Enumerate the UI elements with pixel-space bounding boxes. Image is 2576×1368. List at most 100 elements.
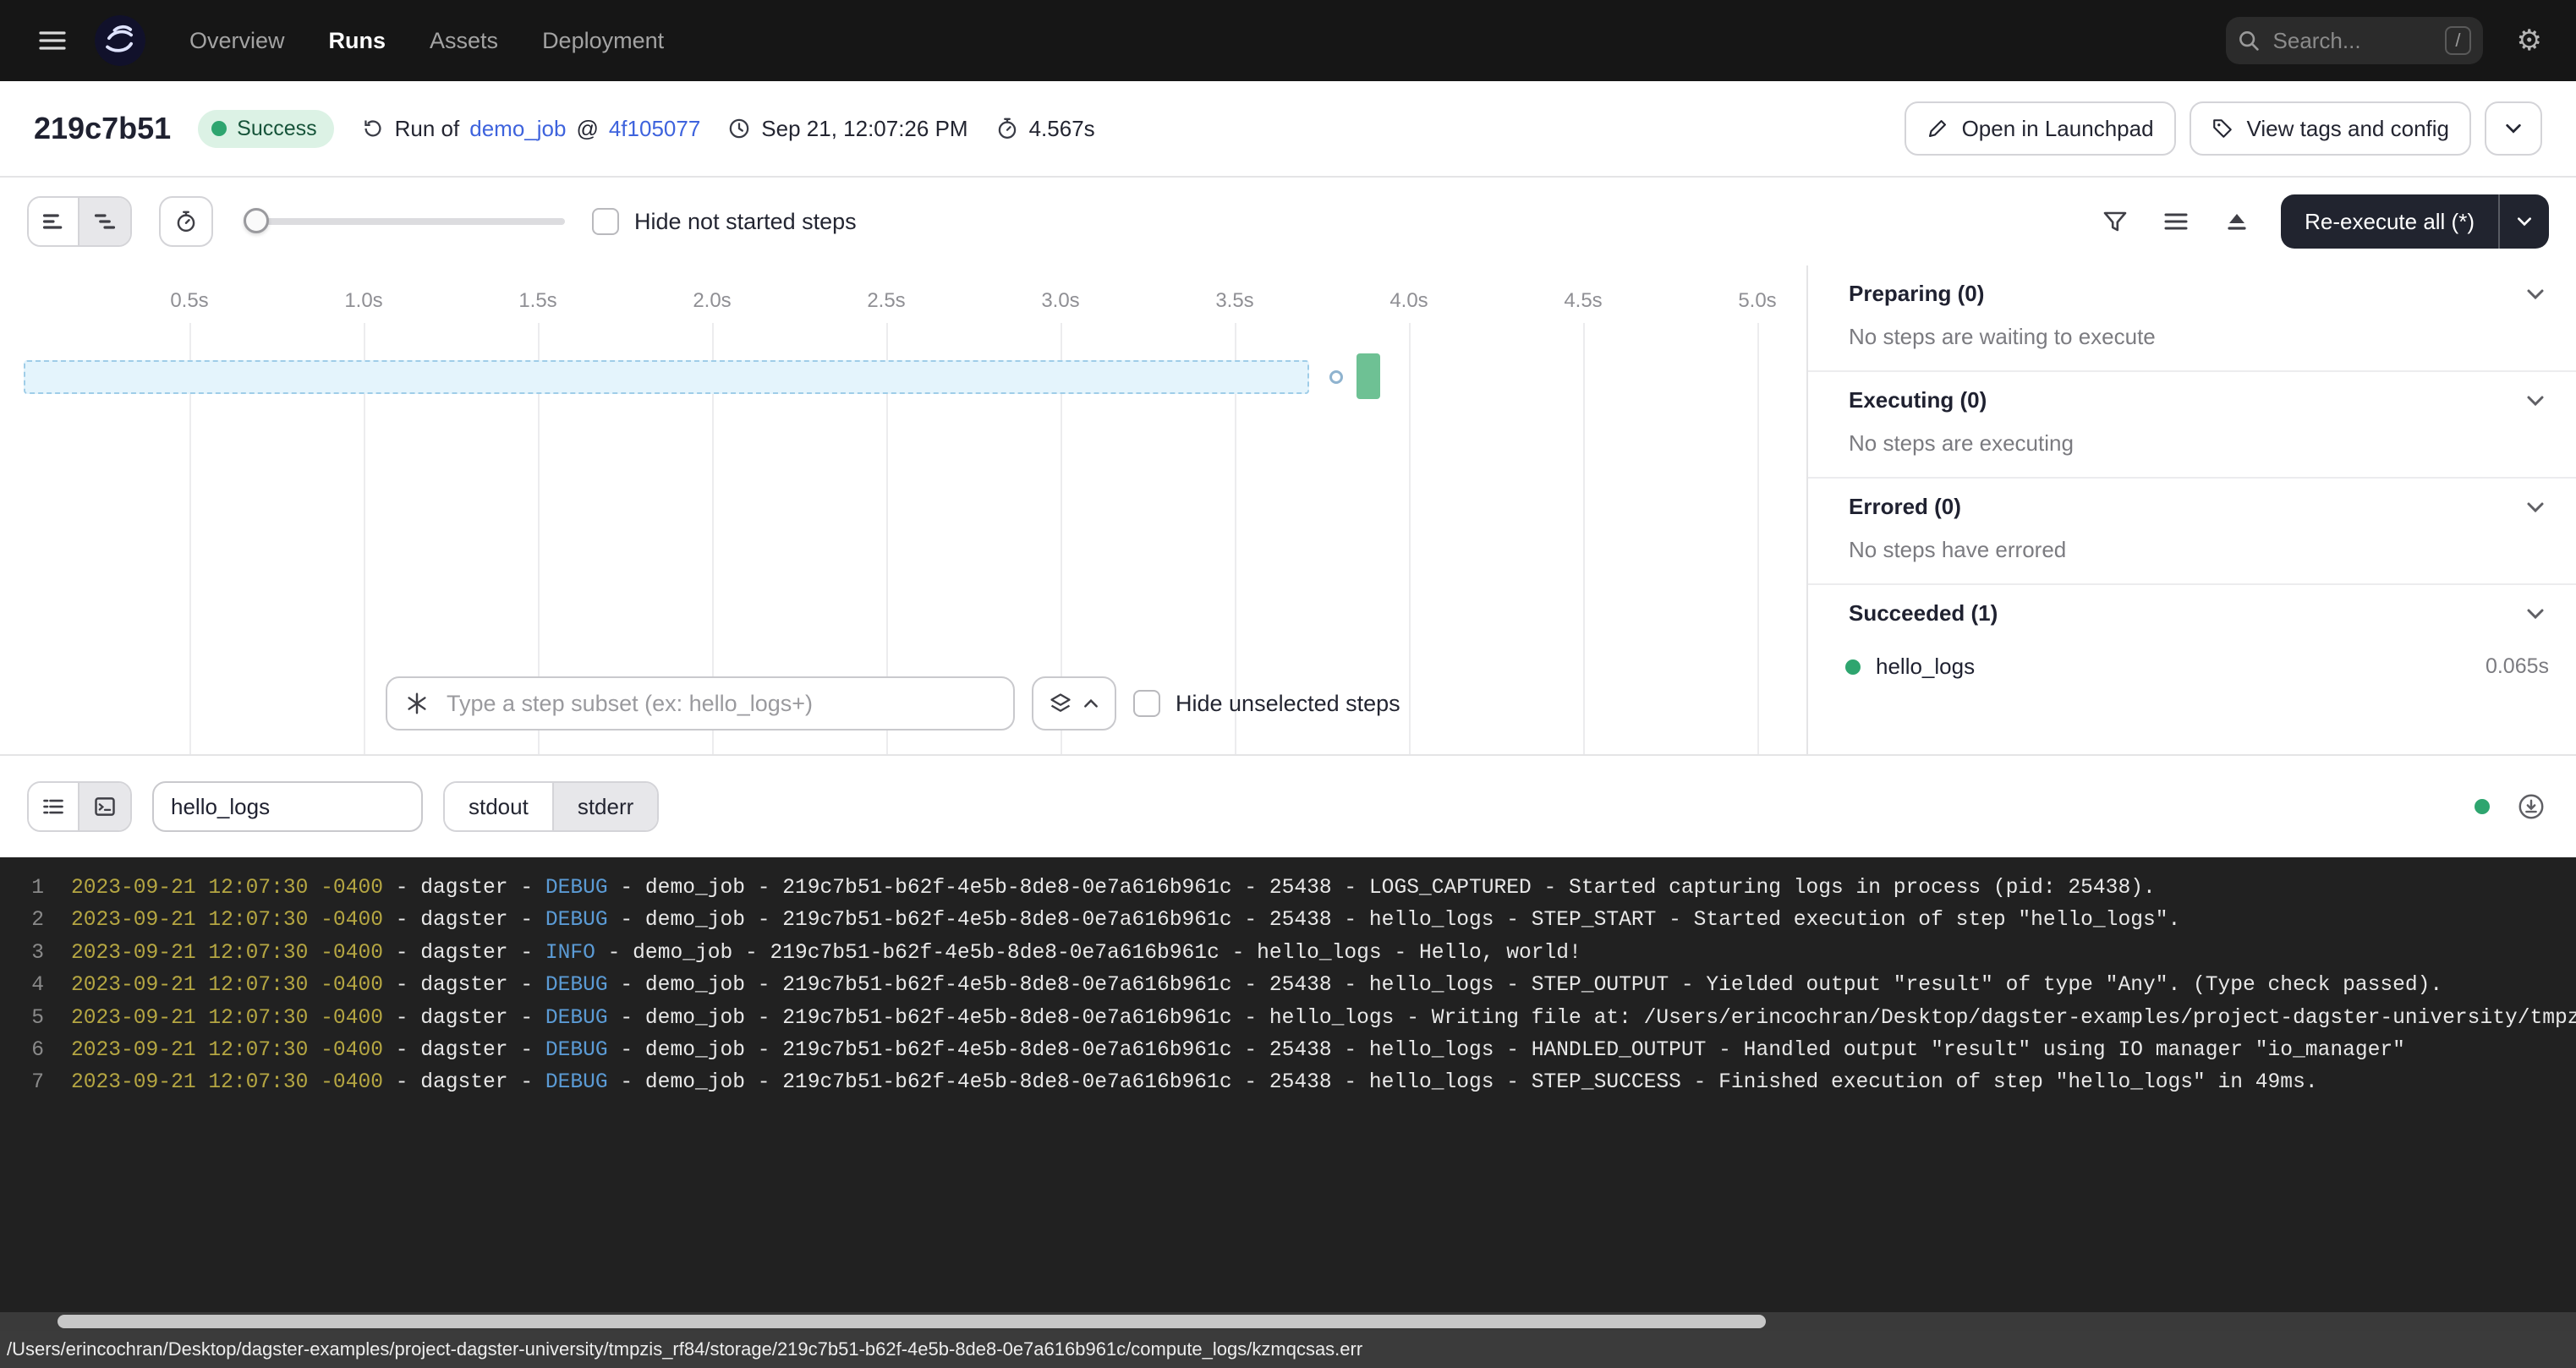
filter-funnel-button[interactable]: [2098, 205, 2132, 238]
log-sep: -: [508, 970, 545, 1002]
gantt-chart: 0.5s 1.0s 1.5s 2.0s 2.5s 3.0s 3.5s 4.0s …: [0, 265, 1806, 754]
log-output: 1 2023-09-21 12:07:30 -0400 - dagster - D…: [0, 857, 2576, 1331]
log-step-filter-input[interactable]: [152, 781, 423, 832]
open-launchpad-button[interactable]: Open in Launchpad: [1905, 101, 2176, 156]
log-sep: -: [508, 873, 545, 905]
log-sep: -: [383, 1067, 420, 1099]
chevron-down-icon: [2525, 391, 2546, 411]
gantt-flat-view-button[interactable]: [29, 198, 79, 245]
slider-handle[interactable]: [244, 208, 269, 233]
hamburger-menu-button[interactable]: [27, 15, 78, 66]
run-header: 219c7b51 Success Run of demo_job @ 4f105…: [0, 81, 2576, 178]
global-search[interactable]: /: [2226, 17, 2483, 64]
log-source: dagster: [420, 905, 507, 937]
scrollbar-thumb[interactable]: [58, 1315, 1766, 1328]
download-logs-button[interactable]: [2513, 789, 2549, 824]
section-title: Preparing (0): [1849, 281, 1984, 307]
slider-track: [244, 218, 565, 225]
hide-unselected-checkbox[interactable]: Hide unselected steps: [1133, 690, 1400, 717]
job-link[interactable]: demo_job: [469, 116, 566, 142]
step-subset-input[interactable]: [443, 689, 996, 719]
chevron-down-icon: [2525, 284, 2546, 304]
main-nav: Overview Runs Assets Deployment: [189, 28, 664, 54]
section-errored-empty: No steps have errored: [1808, 534, 2576, 585]
section-executing-header[interactable]: Executing (0): [1808, 372, 2576, 427]
log-message: demo_job - 219c7b51-b62f-4e5b-8de8-0e7a6…: [633, 938, 1581, 970]
log-toolbar: stdout stderr: [0, 756, 2576, 857]
reexecute-all-button[interactable]: Re-execute all (*): [2281, 194, 2498, 249]
graph-query-toggle-button[interactable]: [1032, 676, 1116, 731]
log-timestamp: 2023-09-21 12:07:30 -0400: [71, 1067, 383, 1099]
chevron-down-icon: [2504, 119, 2523, 138]
axis-tick: 1.0s: [344, 289, 382, 313]
axis-tick: 4.0s: [1389, 289, 1428, 313]
stdout-tab[interactable]: stdout: [445, 783, 554, 830]
search-input[interactable]: [2270, 26, 2436, 56]
top-nav: Overview Runs Assets Deployment / ⚙: [0, 0, 2576, 81]
reexecute-options-button[interactable]: [2498, 194, 2549, 249]
checkbox-box[interactable]: [1133, 690, 1160, 717]
dagster-logo-icon: [95, 15, 145, 66]
step-row-hello-logs[interactable]: hello_logs 0.065s: [1808, 640, 2576, 693]
log-line: 62023-09-21 12:07:30 -0400 - dagster - D…: [0, 1035, 2576, 1067]
stderr-tab[interactable]: stderr: [554, 783, 657, 830]
eject-icon: [2223, 208, 2250, 235]
section-title: Executing (0): [1849, 387, 1987, 413]
layers-icon: [1049, 692, 1072, 715]
log-timestamp: 2023-09-21 12:07:30 -0400: [71, 970, 383, 1002]
log-line: 32023-09-21 12:07:30 -0400 - dagster - I…: [0, 938, 2576, 970]
log-sep: -: [383, 970, 420, 1002]
section-preparing-header[interactable]: Preparing (0): [1808, 265, 2576, 320]
log-horizontal-scrollbar[interactable]: [0, 1312, 2576, 1331]
list-icon: [41, 795, 65, 818]
log-sep: -: [508, 1003, 545, 1035]
collapse-panel-button[interactable]: [2220, 205, 2254, 238]
log-line: 42023-09-21 12:07:30 -0400 - dagster - D…: [0, 970, 2576, 1002]
log-level: DEBUG: [545, 1035, 608, 1067]
checkbox-box[interactable]: [592, 208, 619, 235]
log-sep: -: [508, 1035, 545, 1067]
row-view-button[interactable]: [2159, 205, 2193, 238]
gantt-zoom-slider[interactable]: [244, 198, 565, 245]
gantt-bar-hello-logs[interactable]: [1357, 353, 1380, 399]
log-level: DEBUG: [545, 905, 608, 937]
view-tags-config-button[interactable]: View tags and config: [2190, 101, 2471, 156]
raw-log-view-button[interactable]: [79, 783, 130, 830]
gantt-waterfall-view-button[interactable]: [79, 198, 130, 245]
chevron-up-icon: [1082, 695, 1099, 712]
snapshot-link[interactable]: 4f105077: [609, 116, 700, 142]
section-errored-header[interactable]: Errored (0): [1808, 479, 2576, 534]
section-title: Errored (0): [1849, 494, 1961, 520]
run-of-label: Run of: [395, 116, 460, 142]
log-sep: -: [608, 1035, 645, 1067]
log-timestamp: 2023-09-21 12:07:30 -0400: [71, 905, 383, 937]
step-name: hello_logs: [1876, 654, 1975, 680]
run-header-more-button[interactable]: [2485, 101, 2542, 156]
gridline: [1757, 323, 1759, 754]
log-message: demo_job - 219c7b51-b62f-4e5b-8de8-0e7a6…: [645, 1067, 2318, 1099]
hide-not-started-checkbox[interactable]: Hide not started steps: [592, 208, 857, 235]
line-number: 1: [0, 873, 44, 905]
gantt-timing-toggle-button[interactable]: [159, 196, 213, 247]
hide-unselected-label: Hide unselected steps: [1176, 691, 1400, 717]
log-level: DEBUG: [545, 873, 608, 905]
log-source: dagster: [420, 938, 507, 970]
hide-not-started-label: Hide not started steps: [634, 209, 857, 235]
run-of-meta: Run of demo_job @ 4f105077: [361, 116, 701, 142]
section-succeeded-header[interactable]: Succeeded (1): [1808, 585, 2576, 640]
structured-log-view-button[interactable]: [29, 783, 79, 830]
hamburger-icon: [37, 25, 68, 56]
gridline: [1409, 323, 1411, 754]
start-time-meta: Sep 21, 12:07:26 PM: [727, 116, 967, 142]
nav-item-deployment[interactable]: Deployment: [542, 28, 664, 54]
terminal-page-icon: [93, 795, 117, 818]
settings-gear-button[interactable]: ⚙: [2510, 19, 2549, 62]
nav-item-runs[interactable]: Runs: [329, 28, 386, 54]
log-sep: -: [608, 1067, 645, 1099]
step-subset-filter[interactable]: [386, 676, 1015, 731]
nav-item-assets[interactable]: Assets: [430, 28, 498, 54]
duration-meta: 4.567s: [995, 116, 1095, 142]
nav-item-overview[interactable]: Overview: [189, 28, 285, 54]
gantt-view-mode-toggle: [27, 196, 132, 247]
log-line: 52023-09-21 12:07:30 -0400 - dagster - D…: [0, 1003, 2576, 1035]
